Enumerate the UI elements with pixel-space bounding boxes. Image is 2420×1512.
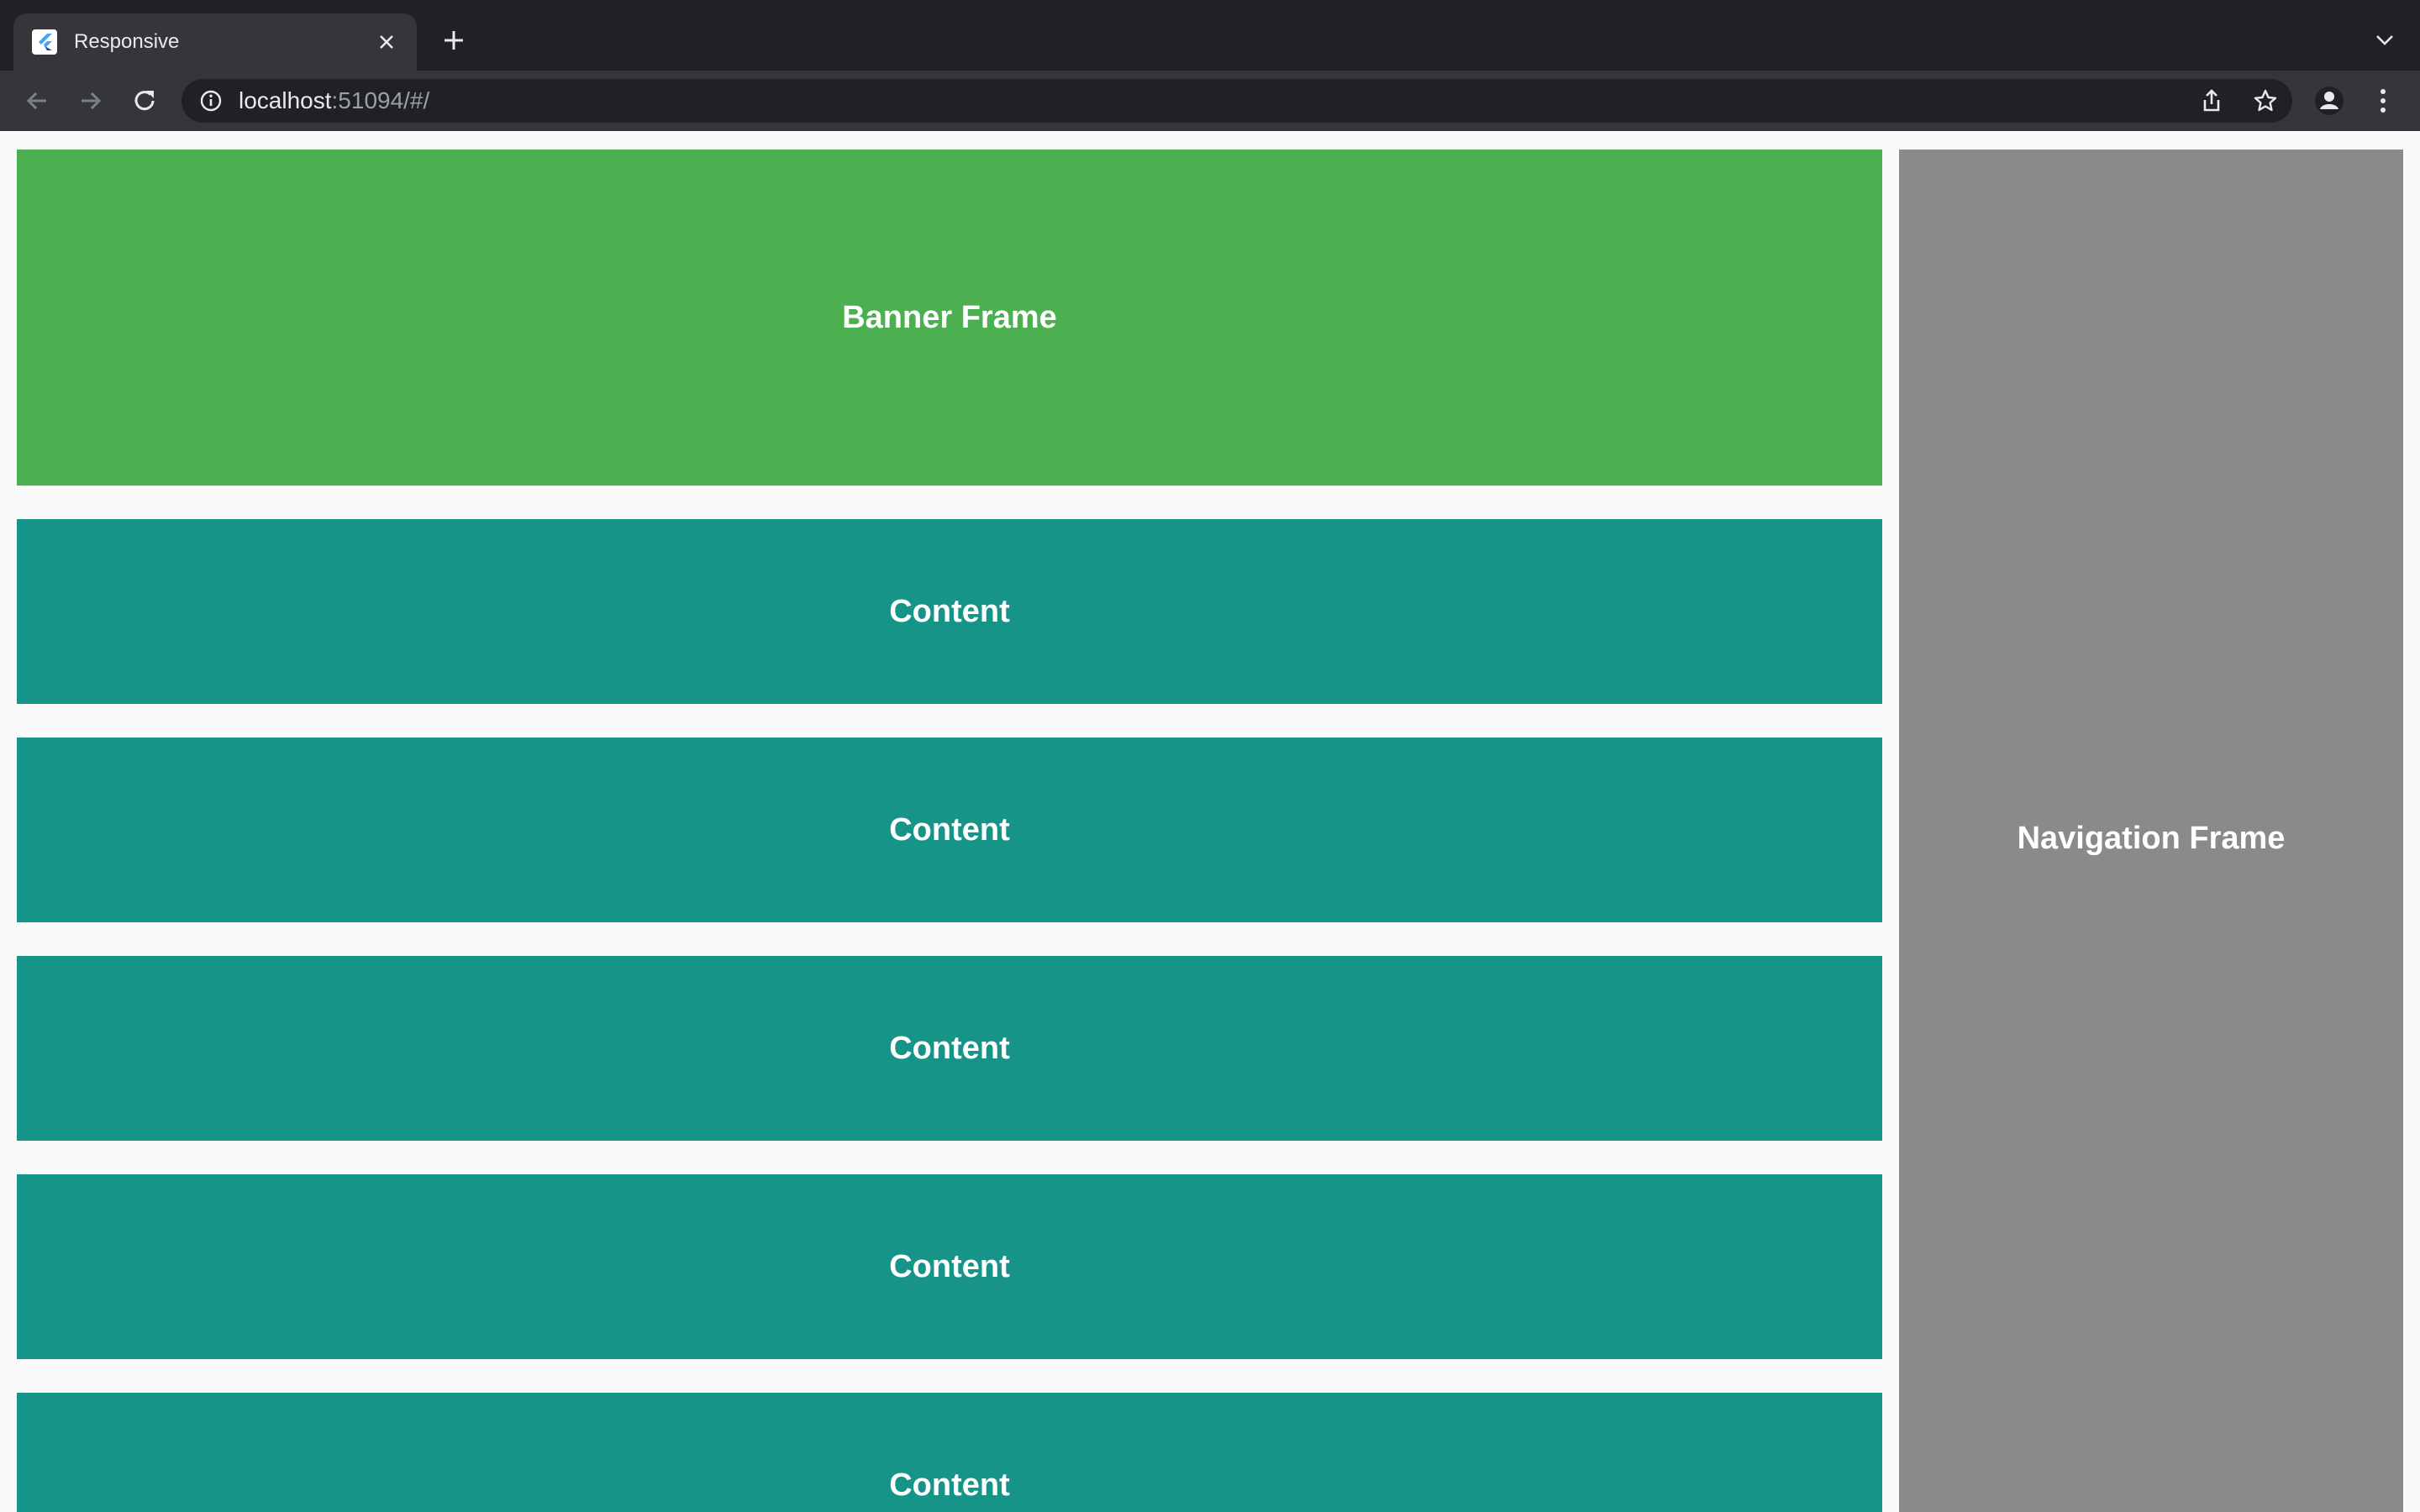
content-frame: Content <box>17 956 1882 1141</box>
chevron-down-icon[interactable] <box>2368 24 2402 57</box>
address-bar[interactable]: localhost:51094/#/ <box>182 79 2292 123</box>
content-frame: Content <box>17 1393 1882 1512</box>
tab-title: Responsive <box>74 30 180 53</box>
browser-toolbar: localhost:51094/#/ <box>0 71 2420 131</box>
arrow-left-icon[interactable] <box>18 82 55 119</box>
share-icon[interactable] <box>2193 82 2230 119</box>
info-icon[interactable] <box>198 88 224 113</box>
content-label: Content <box>889 593 1010 629</box>
flutter-icon <box>32 29 57 55</box>
navigation-frame-label: Navigation Frame <box>2017 820 2286 856</box>
navigation-frame: Navigation Frame <box>1899 150 2403 1512</box>
content-label: Content <box>889 1030 1010 1066</box>
browser-tab-strip: Responsive <box>0 0 2420 71</box>
page-viewport: Banner Frame Content Content Content Con… <box>0 131 2420 1512</box>
banner-frame-label: Banner Frame <box>842 299 1057 335</box>
url-path: :51094/#/ <box>331 87 430 113</box>
content-frame: Content <box>17 519 1882 704</box>
avatar-icon[interactable] <box>2311 82 2348 119</box>
close-icon[interactable] <box>371 27 402 57</box>
url-text[interactable]: localhost:51094/#/ <box>239 87 429 114</box>
plus-icon[interactable] <box>435 22 472 59</box>
content-frame: Content <box>17 738 1882 922</box>
content-label: Content <box>889 811 1010 848</box>
browser-tab[interactable]: Responsive <box>13 13 417 71</box>
content-frame: Content <box>17 1174 1882 1359</box>
content-label: Content <box>889 1467 1010 1503</box>
banner-frame: Banner Frame <box>17 150 1882 486</box>
url-host: localhost <box>239 87 332 113</box>
arrow-right-icon[interactable] <box>72 82 109 119</box>
content-label: Content <box>889 1248 1010 1284</box>
kebab-menu-icon[interactable] <box>2365 82 2402 119</box>
reload-icon[interactable] <box>126 82 163 119</box>
star-icon[interactable] <box>2247 82 2284 119</box>
